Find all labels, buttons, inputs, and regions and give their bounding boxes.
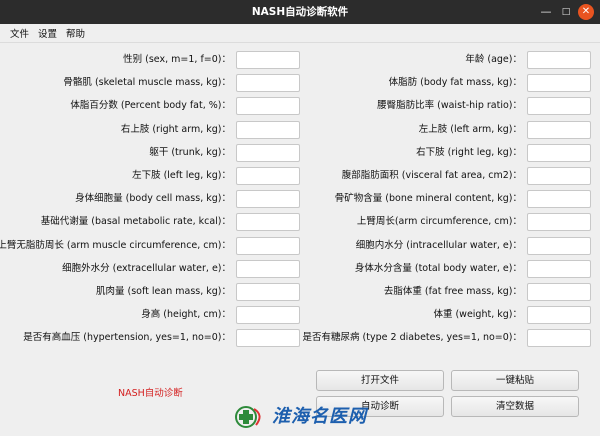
- left-field-label: 是否有高血压 (hypertension, yes=1, no=0)：: [23, 332, 231, 343]
- left-field-input[interactable]: [236, 51, 300, 69]
- right-field-input[interactable]: [527, 329, 591, 347]
- right-field-input[interactable]: [527, 144, 591, 162]
- right-field-input[interactable]: [527, 260, 591, 278]
- left-field-label: 身体细胞量 (body cell mass, kg)：: [75, 193, 231, 204]
- left-field-label: 左下肢 (left leg, kg)：: [132, 170, 231, 181]
- left-field-input[interactable]: [236, 97, 300, 115]
- left-field-input[interactable]: [236, 260, 300, 278]
- right-field-label: 骨矿物含量 (bone mineral content, kg)：: [334, 193, 522, 204]
- left-field-label: 右上肢 (right arm, kg)：: [120, 124, 231, 135]
- right-field-input[interactable]: [527, 167, 591, 185]
- right-field-label: 左上肢 (left arm, kg)：: [418, 124, 522, 135]
- clear-data-button[interactable]: 清空数据: [451, 396, 579, 417]
- medical-cross-logo-icon: [235, 406, 261, 428]
- menu-help[interactable]: 帮助: [66, 26, 85, 40]
- watermark-text: 淮海名医网: [272, 406, 367, 427]
- left-field-label: 躯干 (trunk, kg)：: [149, 147, 231, 158]
- watermark: 淮海名医网: [232, 402, 382, 432]
- maximize-button[interactable]: □: [558, 4, 574, 20]
- left-field-label: 骨骼肌 (skeletal muscle mass, kg)：: [63, 77, 231, 88]
- close-button[interactable]: ✕: [578, 4, 594, 20]
- right-field-input[interactable]: [527, 51, 591, 69]
- right-field-label: 体重 (weight, kg)：: [433, 309, 522, 320]
- left-field-label: 上臂无脂肪周长 (arm muscle circumference, cm)：: [0, 240, 231, 251]
- left-field-input[interactable]: [236, 74, 300, 92]
- right-field-label: 去脂体重 (fat free mass, kg)：: [383, 286, 522, 297]
- open-file-button[interactable]: 打开文件: [316, 370, 444, 391]
- left-field-input[interactable]: [236, 213, 300, 231]
- menu-settings[interactable]: 设置: [38, 26, 57, 40]
- menu-file[interactable]: 文件: [10, 26, 29, 40]
- left-field-input[interactable]: [236, 190, 300, 208]
- app-window: NASH自动诊断软件 — □ ✕ 文件 设置 帮助 性别 (sex, m=1, …: [0, 0, 600, 436]
- right-field-label: 年龄 (age)：: [465, 54, 522, 65]
- right-field-label: 腹部脂肪面积 (visceral fat area, cm2)：: [341, 170, 522, 181]
- right-field-label: 身体水分含量 (total body water, e)：: [354, 263, 522, 274]
- paste-button[interactable]: 一键粘贴: [451, 370, 579, 391]
- window-title: NASH自动诊断软件: [251, 6, 349, 18]
- right-field-label: 腰臀脂肪比率 (waist-hip ratio)：: [377, 100, 522, 111]
- status-label: NASH自动诊断: [118, 388, 183, 399]
- left-field-input[interactable]: [236, 237, 300, 255]
- minimize-button[interactable]: —: [538, 4, 554, 20]
- left-field-label: 身高 (height, cm)：: [141, 309, 231, 320]
- right-field-label: 是否有糖尿病 (type 2 diabetes, yes=1, no=0)：: [302, 332, 522, 343]
- left-field-input[interactable]: [236, 144, 300, 162]
- left-field-input[interactable]: [236, 121, 300, 139]
- left-field-input[interactable]: [236, 306, 300, 324]
- right-field-label: 右下肢 (right leg, kg)：: [416, 147, 522, 158]
- right-field-label: 体脂肪 (body fat mass, kg)：: [388, 77, 522, 88]
- left-field-label: 体脂百分数 (Percent body fat, %)：: [70, 100, 231, 111]
- left-field-label: 基础代谢量 (basal metabolic rate, kcal)：: [40, 216, 231, 227]
- right-field-label: 细胞内水分 (intracellular water, e)：: [355, 240, 522, 251]
- right-field-input[interactable]: [527, 306, 591, 324]
- left-field-input[interactable]: [236, 329, 300, 347]
- left-field-label: 肌肉量 (soft lean mass, kg)：: [95, 286, 231, 297]
- left-field-label: 细胞外水分 (extracellular water, e)：: [62, 263, 231, 274]
- right-field-input[interactable]: [527, 97, 591, 115]
- title-bar[interactable]: NASH自动诊断软件 — □ ✕: [0, 0, 600, 24]
- left-field-input[interactable]: [236, 167, 300, 185]
- left-field-label: 性别 (sex, m=1, f=0)：: [123, 54, 231, 65]
- right-field-input[interactable]: [527, 74, 591, 92]
- right-field-input[interactable]: [527, 213, 591, 231]
- right-field-input[interactable]: [527, 283, 591, 301]
- left-field-input[interactable]: [236, 283, 300, 301]
- right-field-input[interactable]: [527, 190, 591, 208]
- menu-bar: 文件 设置 帮助: [0, 24, 600, 43]
- right-field-input[interactable]: [527, 237, 591, 255]
- right-field-label: 上臂周长(arm circumference, cm)：: [356, 216, 522, 227]
- right-field-input[interactable]: [527, 121, 591, 139]
